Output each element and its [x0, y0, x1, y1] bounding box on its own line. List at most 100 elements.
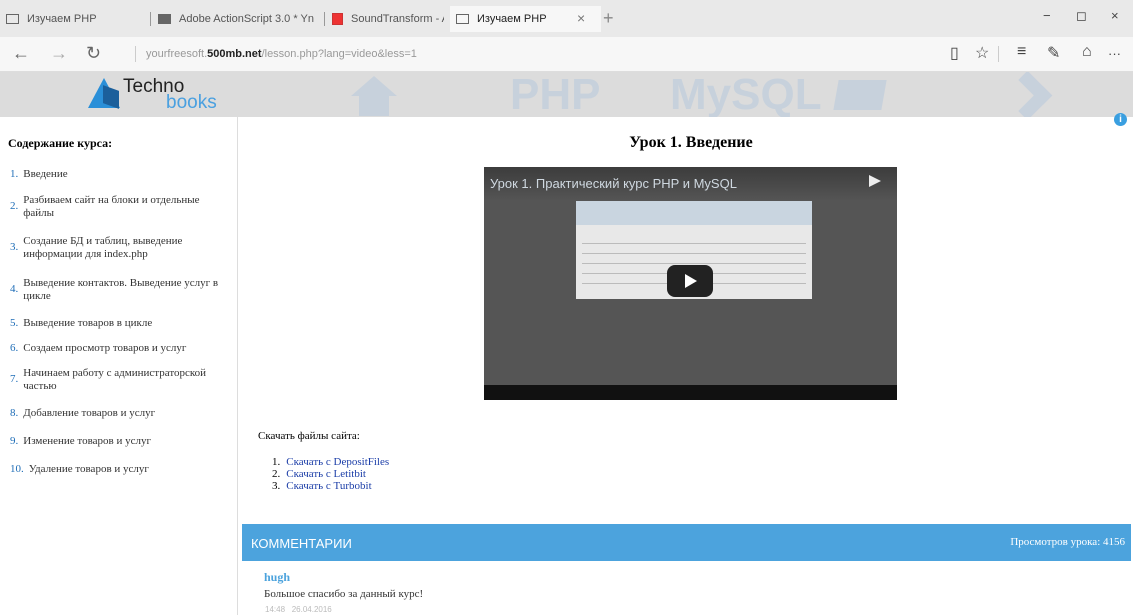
item-number: 4. — [10, 283, 19, 295]
tab-title: Adobe ActionScript 3.0 * Yn — [179, 13, 314, 25]
sidebar-item-7[interactable]: 7. Начинаем работу с администраторской ч… — [10, 367, 230, 393]
item-label: Выведение контактов. Выведение услуг в ц… — [23, 277, 219, 302]
download-link-turbobit[interactable]: Скачать с Turbobit — [286, 480, 371, 492]
logo-text-books[interactable]: books — [166, 92, 217, 114]
play-button-icon[interactable] — [667, 265, 713, 297]
video-player[interactable]: Урок 1. Практический курс PHP и MySQL — [484, 167, 897, 400]
comment-text: Большое спасибо за данный курс! — [264, 588, 424, 600]
hub-icon[interactable]: ≡ — [1017, 43, 1026, 61]
download-item: 2. Скачать с Letitbit — [272, 468, 389, 480]
sidebar-item-2[interactable]: 2. Разбиваем сайт на блоки и отдельные ф… — [10, 194, 230, 220]
tab-close-icon[interactable]: × — [577, 10, 585, 26]
item-label: Начинаем работу с администраторской част… — [23, 367, 207, 392]
web-note-icon[interactable]: ✎ — [1047, 43, 1060, 63]
favorite-star-icon[interactable]: ☆ — [975, 43, 989, 63]
info-icon[interactable]: i — [1114, 113, 1127, 126]
new-tab-icon[interactable]: + — [603, 8, 614, 29]
tab-divider — [324, 12, 325, 26]
item-number: 9. — [10, 435, 19, 447]
reading-view-icon[interactable]: ▯ — [950, 43, 959, 63]
item-number: 10. — [10, 463, 24, 475]
sidebar-item-4[interactable]: 4. Выведение контактов. Выведение услуг … — [10, 277, 230, 303]
tab-3[interactable]: SoundTransform - Adobe Ac — [332, 6, 444, 32]
item-label: Введение — [23, 168, 68, 180]
share-icon[interactable]: ⌂ — [1082, 43, 1092, 61]
downloads-title: Скачать файлы сайта: — [258, 430, 360, 442]
sidebar-title: Содержание курса: — [8, 136, 113, 150]
browser-address-bar: ← → ↻ yourfreesoft.500mb.net/lesson.php?… — [0, 37, 1133, 72]
comment-time: 14:48 — [265, 605, 286, 614]
sidebar-item-1[interactable]: 1. Введение — [10, 168, 230, 181]
browser-tab-bar: Изучаем PHP Adobe ActionScript 3.0 * Yn … — [0, 0, 1133, 37]
download-item: 3. Скачать с Turbobit — [272, 480, 389, 492]
nav-mysql[interactable]: MySQL — [670, 72, 822, 117]
tab-title: Изучаем PHP — [27, 13, 97, 25]
download-link-depositfiles[interactable]: Скачать с DepositFiles — [286, 456, 389, 468]
item-number: 6. — [10, 342, 19, 354]
url-prefix: yourfreesoft. — [146, 48, 208, 60]
download-item: 1. Скачать с DepositFiles — [272, 456, 389, 468]
laptop-icon[interactable] — [833, 80, 887, 110]
item-label: Создание БД и таблиц, выведение информац… — [23, 235, 183, 260]
tab-page-icon — [158, 14, 171, 24]
video-title-bar: Урок 1. Практический курс PHP и MySQL — [484, 167, 897, 201]
item-number: 3. — [10, 241, 19, 253]
views-counter: Просмотров урока: 4156 — [1010, 536, 1125, 548]
nav-php[interactable]: PHP — [510, 72, 600, 117]
course-sidebar: Содержание курса: 1. Введение 2. Разбива… — [0, 117, 238, 615]
item-label: Изменение товаров и услуг — [23, 435, 151, 447]
adobe-pdf-icon — [332, 13, 343, 25]
item-label: Добавление товаров и услуг — [23, 407, 156, 419]
sidebar-item-5[interactable]: 5. Выведение товаров в цикле — [10, 317, 230, 330]
tab-1[interactable]: Изучаем PHP — [6, 6, 146, 32]
chevron-right-icon[interactable] — [1002, 72, 1053, 117]
download-number: 1. — [272, 456, 281, 468]
forward-icon[interactable]: → — [50, 43, 68, 64]
item-number: 5. — [10, 317, 19, 329]
page-title: Урок 1. Введение — [629, 134, 753, 151]
video-share-icon[interactable] — [869, 175, 881, 187]
sidebar-item-8[interactable]: 8. Добавление товаров и услуг — [10, 407, 230, 420]
video-control-bar[interactable] — [484, 385, 897, 400]
sidebar-item-3[interactable]: 3. Создание БД и таблиц, выведение инфор… — [10, 235, 230, 261]
item-label: Создаем просмотр товаров и услуг — [23, 342, 187, 354]
back-icon[interactable]: ← — [12, 43, 30, 64]
site-banner: Techno books PHP MySQL — [0, 72, 1133, 117]
tab-title: Изучаем PHP — [477, 13, 547, 25]
sidebar-item-6[interactable]: 6. Создаем просмотр товаров и услуг — [10, 342, 230, 355]
sidebar-item-9[interactable]: 9. Изменение товаров и услуг — [10, 435, 230, 448]
url-path: /lesson.php?lang=video&less=1 — [261, 48, 417, 60]
tab-divider — [150, 12, 151, 26]
item-number: 1. — [10, 168, 19, 180]
tab-2[interactable]: Adobe ActionScript 3.0 * Yn — [158, 6, 320, 32]
item-label: Удаление товаров и услуг — [28, 463, 149, 475]
tab-4-active[interactable]: Изучаем PHP × — [450, 6, 601, 32]
url-domain: 500mb.net — [207, 48, 262, 60]
download-number: 3. — [272, 480, 281, 492]
address-divider — [135, 46, 136, 62]
close-window-icon[interactable]: × — [1111, 8, 1119, 23]
minimize-icon[interactable]: − — [1043, 8, 1051, 23]
tab-page-icon — [456, 14, 469, 24]
downloads-list: 1. Скачать с DepositFiles 2. Скачать с Let… — [272, 456, 389, 492]
video-title[interactable]: Урок 1. Практический курс PHP и MySQL — [490, 176, 737, 191]
item-number: 2. — [10, 200, 19, 212]
url-field[interactable]: yourfreesoft.500mb.net/lesson.php?lang=v… — [146, 48, 417, 60]
item-label: Разбиваем сайт на блоки и отдельные файл… — [23, 194, 200, 219]
refresh-icon[interactable]: ↻ — [86, 43, 101, 64]
comments-title: КОММЕНТАРИИ — [251, 536, 352, 551]
toolbar-divider — [998, 46, 999, 62]
comment-date: 26.04.2016 — [291, 605, 332, 614]
comments-header: КОММЕНТАРИИ Просмотров урока: 4156 — [242, 524, 1131, 561]
comment-author[interactable]: hugh — [264, 570, 290, 585]
home-icon[interactable] — [351, 76, 397, 116]
sidebar-item-10[interactable]: 10. Удаление товаров и услуг — [10, 463, 230, 476]
item-number: 7. — [10, 373, 19, 385]
download-link-letitbit[interactable]: Скачать с Letitbit — [286, 468, 366, 480]
download-number: 2. — [272, 468, 281, 480]
item-number: 8. — [10, 407, 19, 419]
maximize-icon[interactable]: ◻ — [1076, 8, 1087, 24]
tab-title: SoundTransform - Adobe Ac — [351, 13, 444, 25]
more-icon[interactable]: ··· — [1108, 46, 1121, 61]
comment-timestamp: 14:48 26.04.2016 — [265, 605, 332, 614]
